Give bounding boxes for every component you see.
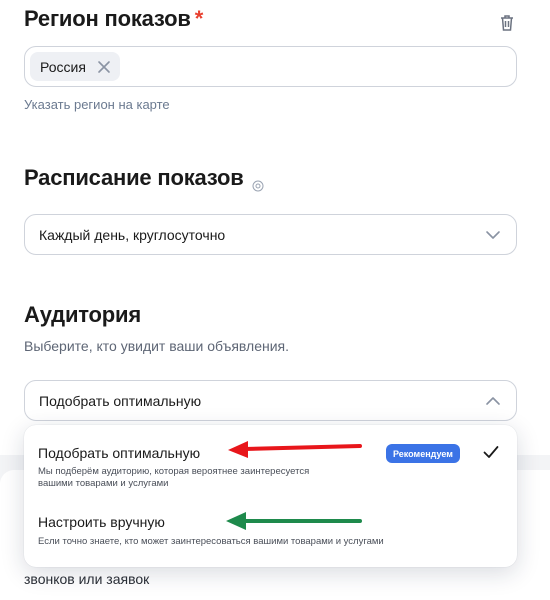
green-arrow-icon: [226, 512, 362, 530]
option-optimal-title: Подобрать оптимальную: [38, 445, 201, 461]
background-text: звонков или заявок: [24, 571, 150, 587]
region-title-text: Регион показов: [24, 6, 191, 31]
option-optimal-description-line2: вашими товарами и услугами: [38, 478, 169, 489]
checkmark-icon: [482, 443, 500, 461]
chevron-down-icon: [484, 227, 502, 243]
region-chip-label: Россия: [40, 58, 86, 75]
chevron-up-icon: [484, 393, 502, 409]
audience-select[interactable]: Подобрать оптимальную: [24, 380, 517, 421]
schedule-section-title: Расписание показов: [24, 165, 264, 192]
close-icon[interactable]: [96, 59, 112, 75]
audience-section-title: Аудитория: [24, 302, 141, 327]
trash-icon[interactable]: [498, 13, 516, 33]
audience-subtitle: Выберите, кто увидит ваши объявления.: [24, 338, 290, 354]
schedule-title-text: Расписание показов: [24, 165, 244, 190]
region-chip: Россия: [30, 52, 120, 81]
audience-selected-value: Подобрать оптимальную: [39, 393, 202, 409]
option-optimal-description-line1: Мы подберём аудиторию, которая вероятнее…: [38, 466, 310, 477]
option-optimal[interactable]: Подобрать оптимальную Мы подберём аудито…: [24, 425, 517, 499]
red-arrow-icon: [228, 441, 362, 458]
option-manual-title: Настроить вручную: [38, 514, 165, 530]
recommended-badge: Рекомендуем: [386, 444, 460, 463]
option-manual-description: Если точно знаете, кто может заинтересов…: [38, 536, 384, 547]
help-icon[interactable]: [252, 172, 264, 192]
map-region-link[interactable]: Указать регион на карте: [24, 97, 170, 112]
region-field[interactable]: Россия: [24, 46, 517, 87]
schedule-selected-value: Каждый день, круглосуточно: [39, 227, 226, 243]
required-mark: *: [194, 6, 204, 31]
region-section-title: Регион показов *: [24, 6, 203, 32]
schedule-select[interactable]: Каждый день, круглосуточно: [24, 214, 517, 255]
